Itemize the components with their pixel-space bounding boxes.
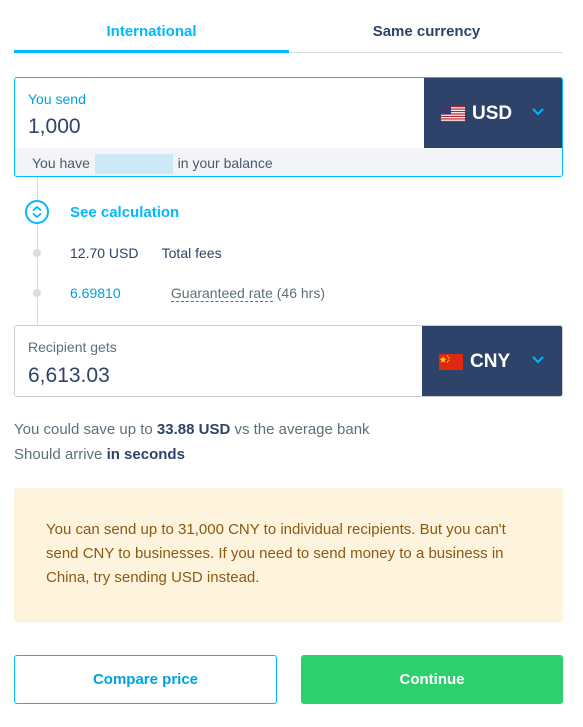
continue-button[interactable]: Continue (301, 655, 563, 704)
timeline-dot (33, 289, 41, 297)
receive-amount-box: Recipient gets 6,613.03 CNY (14, 325, 563, 397)
balance-prefix: You have (32, 155, 90, 171)
tab-international[interactable]: International (14, 14, 289, 53)
receive-currency-code: CNY (470, 351, 511, 372)
savings-suffix: vs the average bank (234, 421, 370, 438)
timeline-dot (33, 249, 41, 257)
us-flag-icon (441, 106, 465, 122)
compare-price-button[interactable]: Compare price (14, 655, 277, 704)
savings-amount: 33.88 USD (156, 421, 231, 438)
see-calculation-link[interactable]: See calculation (70, 204, 179, 221)
balance-value-redacted (94, 154, 173, 175)
total-fees-row: 12.70 USD Total fees (70, 245, 222, 261)
expand-calculation-icon[interactable] (25, 200, 49, 224)
savings-prefix: You could save up to (14, 421, 153, 438)
receive-amount-input[interactable]: 6,613.03 (28, 364, 110, 388)
exchange-rate: 6.69810 (70, 285, 121, 301)
savings-line: You could save up to 33.88 USD vs the av… (14, 417, 370, 442)
cny-limit-alert: You can send up to 31,000 CNY to individ… (14, 488, 563, 622)
fee-amount: 12.70 USD (70, 245, 139, 261)
send-currency-code: USD (472, 103, 513, 124)
guaranteed-rate-link[interactable]: Guaranteed rate (170, 285, 273, 302)
send-amount-box: You send 1,000 USD You have in your bala… (14, 77, 563, 177)
cn-flag-icon (439, 354, 463, 370)
arrival-value: in seconds (106, 446, 185, 463)
chevron-down-icon (532, 108, 544, 116)
arrival-line: Should arrive in seconds (14, 442, 370, 467)
balance-suffix: in your balance (177, 155, 273, 171)
rate-hours: (46 hrs) (276, 285, 325, 301)
arrival-prefix: Should arrive (14, 446, 103, 463)
transfer-type-tabs: International Same currency (14, 14, 563, 53)
rate-row: 6.69810 Guaranteed rate (46 hrs) (70, 285, 325, 302)
chevron-down-icon (532, 356, 544, 364)
send-currency-select[interactable]: USD (424, 78, 562, 148)
balance-note: You have in your balance (15, 148, 562, 176)
fee-label: Total fees (161, 245, 222, 261)
receive-label: Recipient gets (28, 339, 117, 355)
transfer-info: You could save up to 33.88 USD vs the av… (14, 417, 370, 467)
send-amount-input[interactable]: 1,000 (28, 115, 81, 139)
send-label: You send (28, 91, 86, 107)
receive-currency-select[interactable]: CNY (422, 326, 562, 396)
tab-same-currency[interactable]: Same currency (289, 14, 564, 52)
